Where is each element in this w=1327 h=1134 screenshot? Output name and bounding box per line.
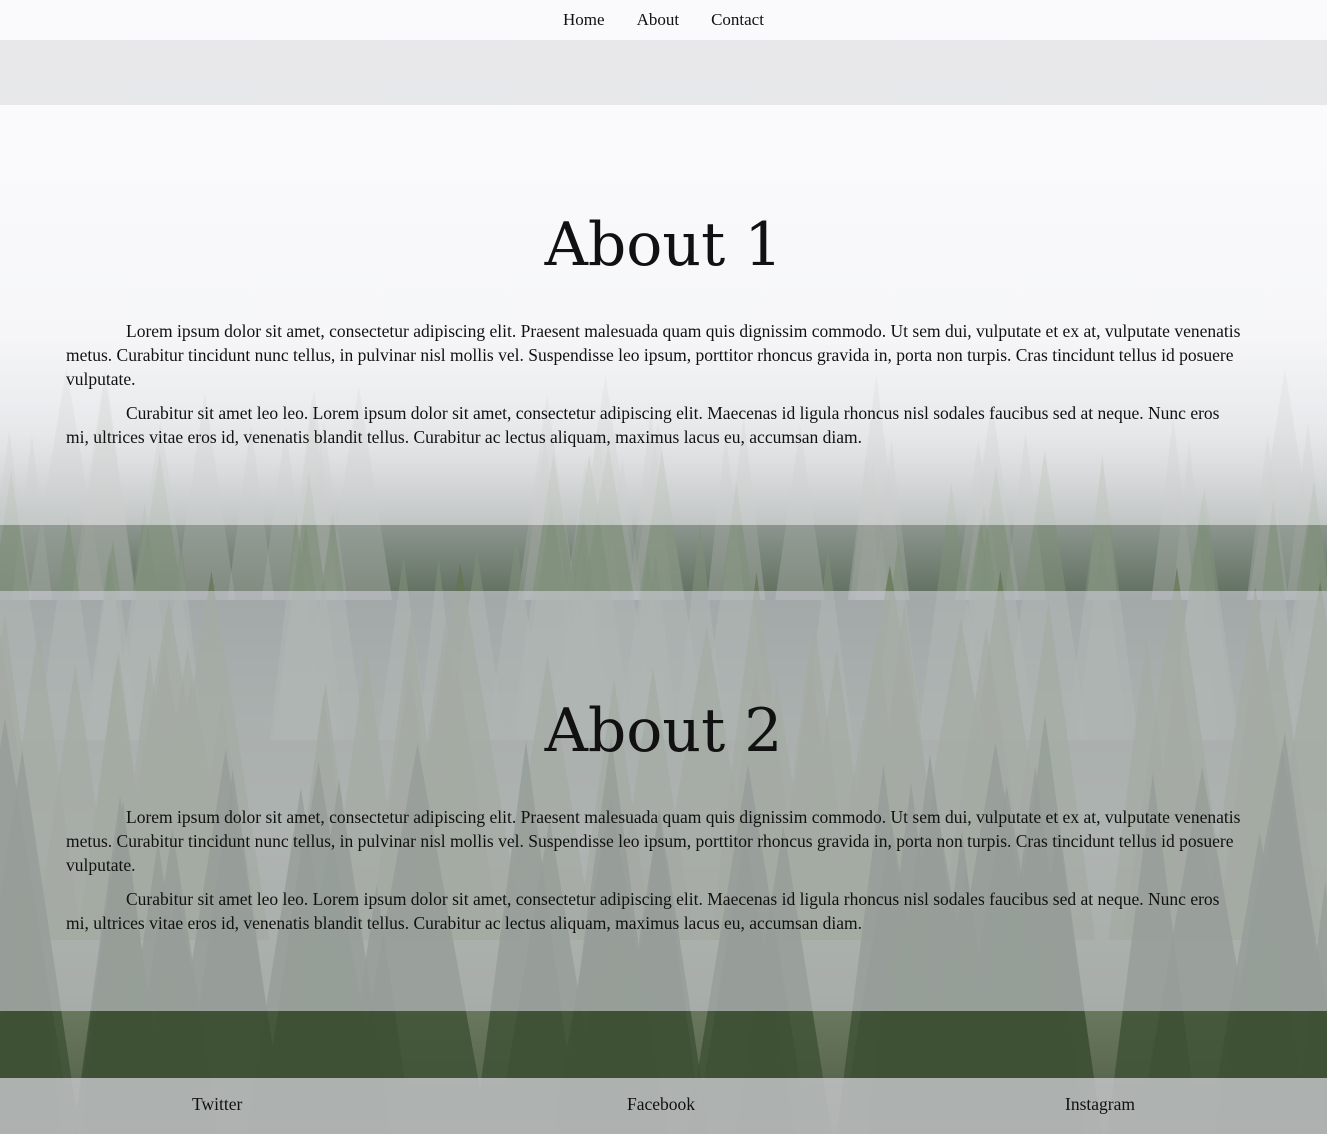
section-body: Lorem ipsum dolor sit amet, consectetur … <box>66 805 1246 945</box>
section-title: About 2 <box>544 696 783 766</box>
footer-link-facebook[interactable]: Facebook <box>627 1094 695 1115</box>
about-section-1: About 1 Lorem ipsum dolor sit amet, cons… <box>0 105 1327 525</box>
footer-link-instagram[interactable]: Instagram <box>1065 1094 1135 1115</box>
nav-link-about[interactable]: About <box>637 10 680 30</box>
about-section-2: About 2 Lorem ipsum dolor sit amet, cons… <box>0 591 1327 1011</box>
nav-link-home[interactable]: Home <box>563 10 605 30</box>
section-body: Lorem ipsum dolor sit amet, consectetur … <box>66 319 1246 459</box>
paragraph: Curabitur sit amet leo leo. Lorem ipsum … <box>66 403 1220 447</box>
paragraph: Lorem ipsum dolor sit amet, consectetur … <box>66 321 1241 389</box>
section-title: About 1 <box>544 210 783 280</box>
top-navigation: Home About Contact <box>0 0 1327 40</box>
footer: Twitter Facebook Instagram <box>0 1078 1327 1134</box>
footer-link-twitter[interactable]: Twitter <box>192 1094 242 1115</box>
nav-link-contact[interactable]: Contact <box>711 10 764 30</box>
paragraph: Lorem ipsum dolor sit amet, consectetur … <box>66 807 1241 875</box>
paragraph: Curabitur sit amet leo leo. Lorem ipsum … <box>66 889 1220 933</box>
